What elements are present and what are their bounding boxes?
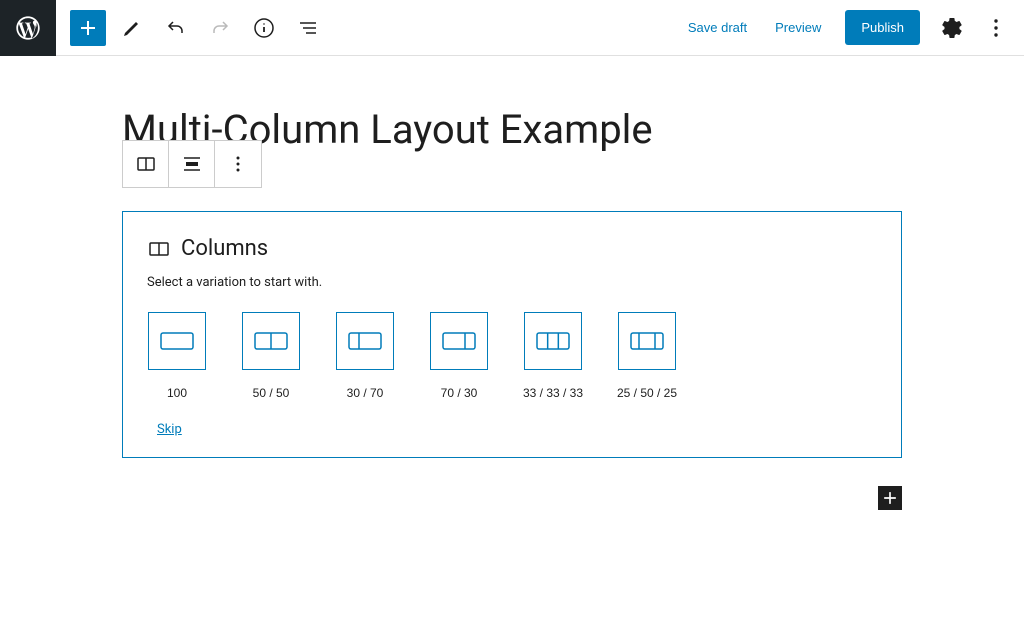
editor-canvas: Multi-Column Layout Example Columns Sele… (0, 56, 1024, 510)
wordpress-icon (14, 14, 42, 42)
variation-70-30[interactable]: 70 / 30 (429, 312, 489, 400)
settings-button[interactable] (934, 10, 970, 46)
add-block-button[interactable] (70, 10, 106, 46)
columns-icon (147, 237, 171, 261)
pencil-icon (120, 16, 144, 40)
columns-block-header: Columns (147, 236, 877, 261)
block-toolbar (122, 140, 262, 188)
variation-icon-30-70 (336, 312, 394, 370)
variation-label: 30 / 70 (347, 386, 384, 400)
variation-icon-100 (148, 312, 206, 370)
variation-50-50[interactable]: 50 / 50 (241, 312, 301, 400)
preview-button[interactable]: Preview (763, 12, 833, 43)
variation-icon-50-50 (242, 312, 300, 370)
add-block-appender[interactable] (878, 486, 902, 510)
columns-icon (134, 152, 158, 176)
columns-block-title: Columns (181, 236, 268, 261)
variation-label: 50 / 50 (253, 386, 290, 400)
toolbar-left-group (56, 10, 328, 46)
wordpress-logo[interactable] (0, 0, 56, 56)
variation-30-70[interactable]: 30 / 70 (335, 312, 395, 400)
block-type-button[interactable] (123, 141, 169, 187)
info-icon (252, 16, 276, 40)
variation-icon-33-33-33 (524, 312, 582, 370)
edit-mode-button[interactable] (114, 10, 150, 46)
variation-label: 25 / 50 / 25 (617, 386, 677, 400)
info-button[interactable] (246, 10, 282, 46)
save-draft-button[interactable]: Save draft (676, 12, 759, 43)
variation-label: 33 / 33 / 33 (523, 386, 583, 400)
variation-100[interactable]: 100 (147, 312, 207, 400)
align-button[interactable] (169, 141, 215, 187)
editor-topbar: Save draft Preview Publish (0, 0, 1024, 56)
variation-label: 100 (167, 386, 187, 400)
columns-block-placeholder: Columns Select a variation to start with… (122, 211, 902, 458)
outline-button[interactable] (290, 10, 326, 46)
kebab-icon (984, 16, 1008, 40)
more-options-button[interactable] (978, 10, 1014, 46)
plus-icon (76, 16, 100, 40)
list-view-icon (296, 16, 320, 40)
title-area: Multi-Column Layout Example (122, 106, 902, 153)
toolbar-right-group: Save draft Preview Publish (676, 10, 1024, 46)
publish-button[interactable]: Publish (845, 10, 920, 45)
undo-button[interactable] (158, 10, 194, 46)
variation-33-33-33[interactable]: 33 / 33 / 33 (523, 312, 583, 400)
variation-label: 70 / 30 (441, 386, 478, 400)
redo-button[interactable] (202, 10, 238, 46)
variation-icon-25-50-25 (618, 312, 676, 370)
align-icon (180, 152, 204, 176)
gear-icon (940, 16, 964, 40)
plus-icon (880, 488, 900, 508)
undo-icon (164, 16, 188, 40)
variation-25-50-25[interactable]: 25 / 50 / 25 (617, 312, 677, 400)
columns-instruction: Select a variation to start with. (147, 275, 877, 290)
column-variations: 100 50 / 50 30 / 70 70 / 30 (147, 312, 877, 400)
block-appender-row (122, 486, 902, 510)
block-more-button[interactable] (215, 141, 261, 187)
redo-icon (208, 16, 232, 40)
kebab-icon (226, 152, 250, 176)
skip-link[interactable]: Skip (157, 422, 182, 437)
variation-icon-70-30 (430, 312, 488, 370)
